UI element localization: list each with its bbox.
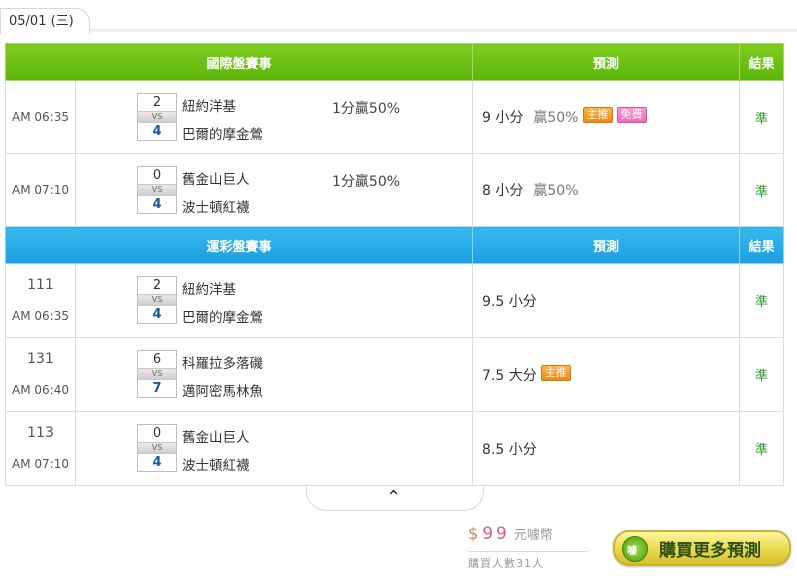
coin-icon-text: 噱 [627, 546, 637, 557]
price: $99 元噱幣 [468, 524, 588, 544]
team-away: 紐約洋基 [182, 282, 236, 298]
score-box: 2 VS 4 [137, 93, 177, 141]
game-time: AM 06:40 [12, 383, 69, 397]
team-away: 舊金山巨人 [182, 172, 250, 188]
sports-header-title: 運彩盤賽事 [4, 226, 474, 264]
sports-header-prediction: 預測 [472, 226, 741, 264]
intl-header-title: 國際盤賽事 [4, 43, 474, 81]
matchup: 0 VS 4 舊金山巨人 波士頓紅襪 1分贏50% [74, 153, 474, 227]
prediction-main: 7.5 大分 [482, 367, 537, 384]
team-home: 邁阿密馬林魚 [182, 384, 263, 400]
score-box: 0 VS 4 [137, 424, 177, 472]
matchup: 0 VS 4 舊金山巨人 波士頓紅襪 [74, 411, 474, 486]
featured-badge: 主推 [540, 364, 571, 381]
price-amount: 99 [482, 524, 510, 544]
score-home: 4 [152, 307, 162, 322]
buyer-count: 購買人數31人 [468, 551, 588, 571]
vs-label: VS [138, 111, 176, 123]
score-away: 2 [152, 278, 162, 293]
games-table: 國際盤賽事 預測 結果 AM 06:35 2 VS 4 紐約洋基 巴爾的摩金鶯 … [4, 43, 785, 486]
team-away: 舊金山巨人 [182, 430, 250, 446]
matchup: 6 VS 7 科羅拉多落磯 邁阿密馬林魚 [74, 337, 474, 412]
table-row: 113 AM 07:10 0 VS 4 舊金山巨人 波士頓紅襪 8.5 小分 準 [5, 411, 785, 486]
team-away: 科羅拉多落磯 [182, 356, 263, 372]
vs-label: VS [138, 294, 176, 306]
prediction-main: 8 小分 [482, 183, 524, 199]
table-row: 111 AM 06:35 2 VS 4 紐約洋基 巴爾的摩金鶯 9.5 小分 準 [5, 263, 785, 338]
score-home: 4 [152, 197, 162, 212]
team-home: 巴爾的摩金鶯 [182, 127, 263, 143]
table-row: AM 06:35 2 VS 4 紐約洋基 巴爾的摩金鶯 1分贏50% 9 小分贏… [5, 80, 785, 154]
sports-header-result: 結果 [739, 226, 785, 264]
intl-header-result: 結果 [739, 43, 785, 81]
prediction: 9 小分 贏50% 主推 免費 [472, 80, 741, 154]
score-home: 4 [152, 455, 162, 470]
vs-label: VS [138, 368, 176, 380]
result: 準 [739, 337, 785, 412]
price-box: $99 元噱幣 購買人數31人 [468, 524, 588, 571]
result: 準 [739, 80, 785, 154]
table-row: AM 07:10 0 VS 4 舊金山巨人 波士頓紅襪 1分贏50% 8 小分贏… [5, 153, 785, 227]
table-row: 131 AM 06:40 6 VS 7 科羅拉多落磯 邁阿密馬林魚 7.5 大分… [5, 337, 785, 412]
result: 準 [739, 263, 785, 338]
game-time: AM 07:10 [12, 457, 69, 471]
score-away: 0 [152, 168, 162, 183]
team-home: 巴爾的摩金鶯 [182, 310, 263, 326]
matchup: 2 VS 4 紐約洋基 巴爾的摩金鶯 [74, 263, 474, 338]
score-home: 4 [152, 124, 162, 139]
free-badge: 免費 [616, 107, 647, 123]
chevron-up-icon: ⌃ [386, 487, 402, 508]
prediction: 8 小分 贏50% [472, 153, 741, 227]
score-box: 0 VS 4 [137, 166, 177, 214]
prediction: 9.5 小分 [472, 263, 741, 338]
coin-icon: 噱 [622, 536, 648, 562]
game-time: AM 06:35 [12, 309, 69, 323]
team-home: 波士頓紅襪 [182, 200, 250, 216]
handicap: 1分贏50% [332, 101, 401, 117]
vs-label: VS [138, 184, 176, 196]
game-info: 111 AM 06:35 [5, 263, 76, 338]
game-id: 111 [27, 277, 54, 293]
team-home: 波士頓紅襪 [182, 458, 250, 474]
prediction-sub: 贏50% [533, 183, 579, 199]
divider [90, 29, 797, 32]
game-info: 113 AM 07:10 [5, 411, 76, 486]
game-info: 131 AM 06:40 [5, 337, 76, 412]
prediction-main: 8.5 小分 [482, 441, 537, 458]
score-away: 6 [152, 352, 162, 367]
date-tab[interactable]: 05/01 (三) [0, 8, 90, 34]
score-box: 2 VS 4 [137, 276, 177, 324]
prediction-sub: 贏50% [533, 110, 579, 126]
currency-symbol: $ [468, 524, 479, 543]
score-away: 2 [152, 95, 162, 110]
team-away: 紐約洋基 [182, 99, 236, 115]
game-time: AM 06:35 [5, 80, 76, 154]
price-unit: 元噱幣 [513, 528, 553, 543]
prediction-main: 9.5 小分 [482, 293, 537, 310]
game-id: 131 [27, 351, 54, 367]
prediction: 7.5 大分 主推 [472, 337, 741, 412]
game-time: AM 07:10 [5, 153, 76, 227]
score-box: 6 VS 7 [137, 350, 177, 398]
prediction-main: 9 小分 [482, 110, 524, 126]
game-id: 113 [27, 425, 54, 441]
featured-badge: 主推 [582, 107, 613, 123]
prediction: 8.5 小分 [472, 411, 741, 486]
intl-header-prediction: 預測 [472, 43, 741, 81]
result: 準 [739, 153, 785, 227]
buy-more-button[interactable]: 噱 購買更多預測 [613, 530, 791, 566]
score-away: 0 [152, 426, 162, 441]
score-home: 7 [152, 381, 162, 396]
result: 準 [739, 411, 785, 486]
matchup: 2 VS 4 紐約洋基 巴爾的摩金鶯 1分贏50% [74, 80, 474, 154]
sports-header-row: 運彩盤賽事 預測 結果 [4, 226, 785, 264]
intl-header-row: 國際盤賽事 預測 結果 [4, 43, 785, 81]
handicap: 1分贏50% [332, 174, 401, 190]
vs-label: VS [138, 442, 176, 454]
collapse-toggle[interactable]: ⌃ [306, 486, 484, 511]
buy-more-label: 購買更多預測 [659, 541, 761, 561]
